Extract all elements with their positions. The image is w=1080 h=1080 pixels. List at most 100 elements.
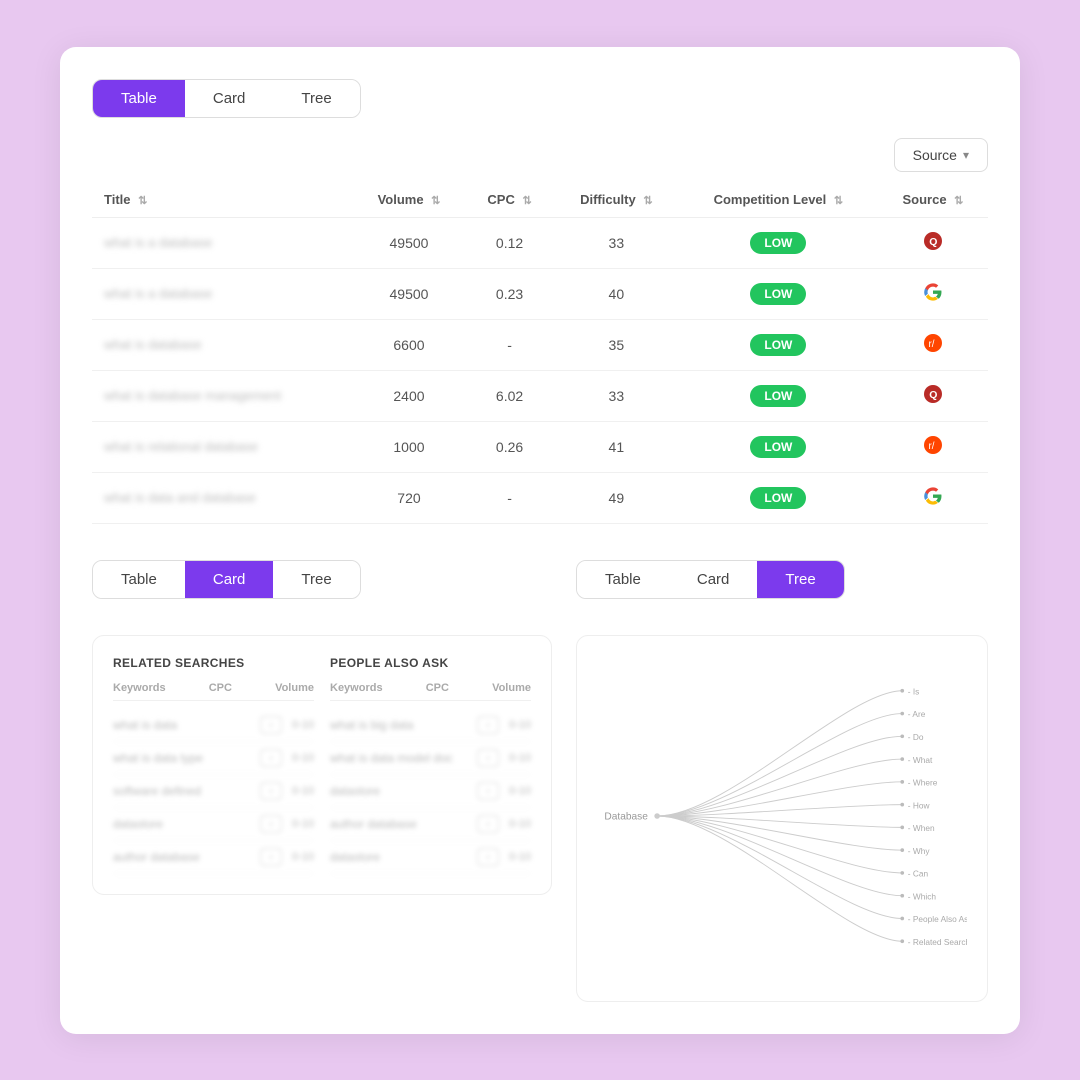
tab-tree-bottom-left[interactable]: Tree xyxy=(273,561,359,598)
col-volume[interactable]: Volume ⇅ xyxy=(353,182,466,218)
tree-svg: Database- Is- Are- Do- What- Where- How-… xyxy=(597,656,967,976)
card-cpc: - xyxy=(477,749,499,767)
card-sections: RELATED SEARCHES Keywords CPC Volume wha… xyxy=(113,656,531,874)
badge-low: LOW xyxy=(750,385,806,407)
tree-branch-dot xyxy=(900,871,904,875)
card-kw: datastore xyxy=(330,784,467,798)
vol-header-related: Volume xyxy=(275,682,314,694)
tab-card-top[interactable]: Card xyxy=(185,80,274,117)
badge-low: LOW xyxy=(750,283,806,305)
tree-branch-line xyxy=(657,736,902,816)
tree-root-label: Database xyxy=(604,811,648,822)
tree-branch-label: - How xyxy=(908,800,931,810)
cell-difficulty: 33 xyxy=(554,370,679,421)
col-title[interactable]: Title ⇅ xyxy=(92,182,353,218)
cell-cpc: - xyxy=(465,472,554,523)
card-row-item: author database - 0-10 xyxy=(330,808,531,841)
tree-branch-label: - Which xyxy=(908,891,937,901)
card-cpc: - xyxy=(477,815,499,833)
tree-branch-label: - What xyxy=(908,754,933,764)
card-kw: what is data model doc xyxy=(330,751,467,765)
col-difficulty[interactable]: Difficulty ⇅ xyxy=(554,182,679,218)
cell-source xyxy=(878,472,988,523)
card-vol: 0-10 xyxy=(509,851,531,863)
table-row: what is database 6600 - 35 LOW r/ xyxy=(92,319,988,370)
card-kw: what is big data xyxy=(330,718,467,732)
cell-competition: LOW xyxy=(679,421,878,472)
top-tab-group: Table Card Tree xyxy=(92,79,361,118)
tree-branch-dot xyxy=(900,848,904,852)
related-searches-title: RELATED SEARCHES xyxy=(113,656,314,670)
badge-low: LOW xyxy=(750,487,806,509)
related-searches-col: RELATED SEARCHES Keywords CPC Volume wha… xyxy=(113,656,314,874)
tree-branch-label: - When xyxy=(908,823,935,833)
tab-tree-top[interactable]: Tree xyxy=(273,80,359,117)
tree-branch-dot xyxy=(900,757,904,761)
cell-title: what is database management xyxy=(92,370,353,421)
card-cpc: - xyxy=(260,749,282,767)
table-row: what is data and database 720 - 49 LOW xyxy=(92,472,988,523)
card-vol: 0-10 xyxy=(292,719,314,731)
vol-header-paa: Volume xyxy=(492,682,531,694)
card-row-item: what is data type - 0-10 xyxy=(113,742,314,775)
card-kw: author database xyxy=(113,850,250,864)
cell-volume: 1000 xyxy=(353,421,466,472)
card-vol: 0-10 xyxy=(509,785,531,797)
tree-branch-dot xyxy=(900,893,904,897)
bottom-right-panel: Table Card Tree Database- Is- Are- Do- W… xyxy=(576,560,988,1002)
tab-card-bottom-left[interactable]: Card xyxy=(185,561,274,598)
sort-icon-competition: ⇅ xyxy=(834,194,843,207)
card-vol: 0-10 xyxy=(292,785,314,797)
source-dropdown-button[interactable]: Source xyxy=(894,138,988,172)
badge-low: LOW xyxy=(750,436,806,458)
tree-branch-dot xyxy=(900,939,904,943)
table-row: what is database management 2400 6.02 33… xyxy=(92,370,988,421)
card-row-item: what is data model doc - 0-10 xyxy=(330,742,531,775)
card-vol: 0-10 xyxy=(509,719,531,731)
svg-text:r/: r/ xyxy=(928,339,934,350)
cell-volume: 2400 xyxy=(353,370,466,421)
tab-tree-bottom-right[interactable]: Tree xyxy=(757,561,843,598)
col-source[interactable]: Source ⇅ xyxy=(878,182,988,218)
tab-table-top[interactable]: Table xyxy=(93,80,185,117)
card-cpc: - xyxy=(260,848,282,866)
table-body: what is a database 49500 0.12 33 LOW Q w… xyxy=(92,217,988,523)
tab-table-bottom-left[interactable]: Table xyxy=(93,561,185,598)
card-kw: software defined xyxy=(113,784,250,798)
cell-volume: 49500 xyxy=(353,217,466,268)
tree-branch-line xyxy=(657,816,902,941)
cell-cpc: - xyxy=(465,319,554,370)
tree-branch-dot xyxy=(900,802,904,806)
tree-branch-line xyxy=(657,816,902,918)
cell-cpc: 0.12 xyxy=(465,217,554,268)
tree-branch-line xyxy=(657,713,902,815)
card-kw: what is data type xyxy=(113,751,250,765)
tree-branch-dot xyxy=(900,734,904,738)
tree-branch-label: - People Also Ask xyxy=(908,914,967,924)
card-cpc: - xyxy=(477,716,499,734)
card-row-item: what is big data - 0-10 xyxy=(330,709,531,742)
people-also-ask-title: PEOPLE ALSO ASK xyxy=(330,656,531,670)
cell-difficulty: 41 xyxy=(554,421,679,472)
cell-competition: LOW xyxy=(679,319,878,370)
sort-icon-cpc: ⇅ xyxy=(522,194,531,207)
top-controls: Source xyxy=(92,138,988,172)
tab-card-bottom-right[interactable]: Card xyxy=(669,561,758,598)
cell-title: what is a database xyxy=(92,217,353,268)
cell-difficulty: 33 xyxy=(554,217,679,268)
cell-difficulty: 35 xyxy=(554,319,679,370)
badge-low: LOW xyxy=(750,334,806,356)
tree-branch-dot xyxy=(900,688,904,692)
col-cpc[interactable]: CPC ⇅ xyxy=(465,182,554,218)
table-row: what is a database 49500 0.23 40 LOW xyxy=(92,268,988,319)
card-kw: author database xyxy=(330,817,467,831)
cell-competition: LOW xyxy=(679,217,878,268)
people-also-ask-col: PEOPLE ALSO ASK Keywords CPC Volume what… xyxy=(330,656,531,874)
cell-title: what is a database xyxy=(92,268,353,319)
cell-difficulty: 49 xyxy=(554,472,679,523)
tree-branch-label: - Related Searches xyxy=(908,936,967,946)
sort-icon-volume: ⇅ xyxy=(431,194,440,207)
card-panel: RELATED SEARCHES Keywords CPC Volume wha… xyxy=(92,635,552,895)
tab-table-bottom-right[interactable]: Table xyxy=(577,561,669,598)
col-competition[interactable]: Competition Level ⇅ xyxy=(679,182,878,218)
